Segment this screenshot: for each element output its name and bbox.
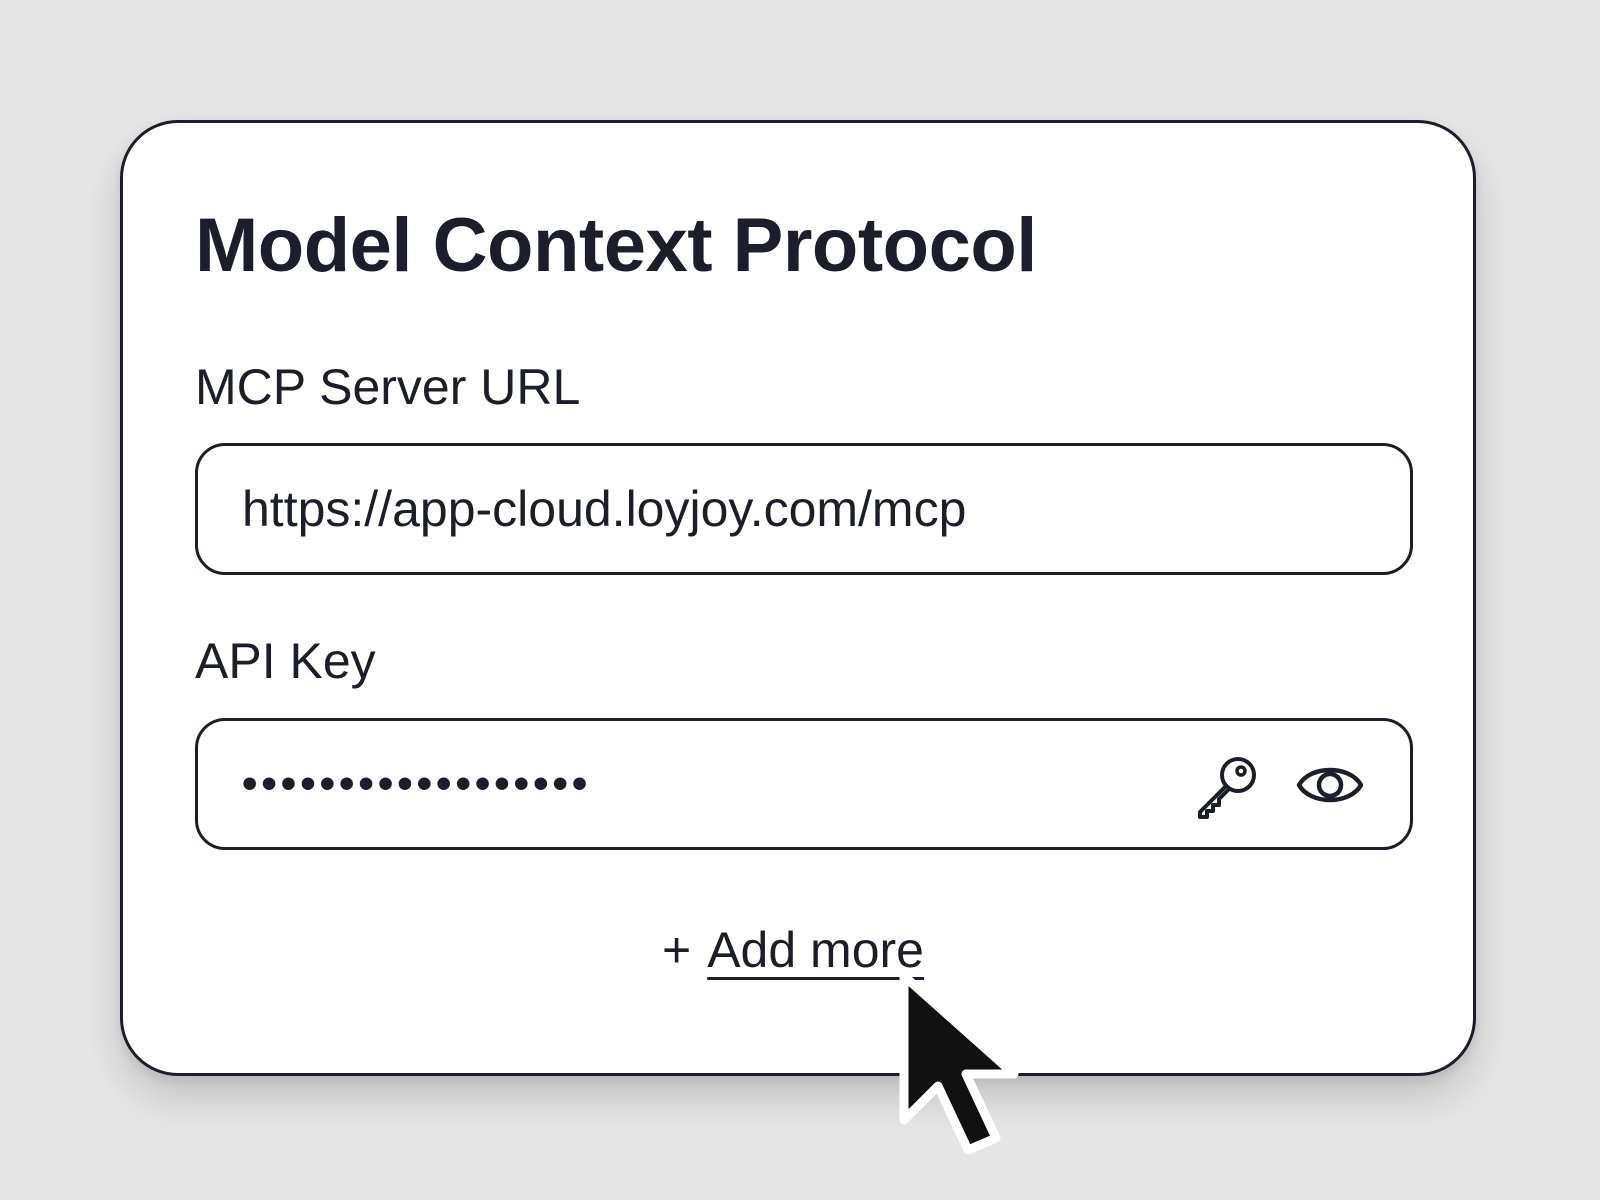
server-url-input[interactable]: https://app-cloud.loyjoy.com/mcp (195, 443, 1413, 575)
dialog-title: Model Context Protocol (195, 203, 1037, 288)
key-icon (1198, 757, 1256, 819)
plus-icon: + (662, 922, 692, 978)
screen: Model Context Protocol MCP Server URL ht… (0, 0, 1600, 1200)
api-key-label: API Key (195, 633, 376, 689)
eye-icon[interactable] (1296, 757, 1364, 813)
server-url-value[interactable]: https://app-cloud.loyjoy.com/mcp (198, 479, 966, 539)
add-more-link[interactable]: Add more (707, 922, 924, 978)
mouse-pointer-icon (899, 971, 1019, 1155)
api-key-masked-value[interactable]: •••••••••••••••••• (198, 754, 591, 814)
api-key-input[interactable]: •••••••••••••••••• (195, 718, 1413, 850)
server-url-label: MCP Server URL (195, 359, 581, 415)
add-more-action[interactable]: + Add more (662, 920, 924, 980)
